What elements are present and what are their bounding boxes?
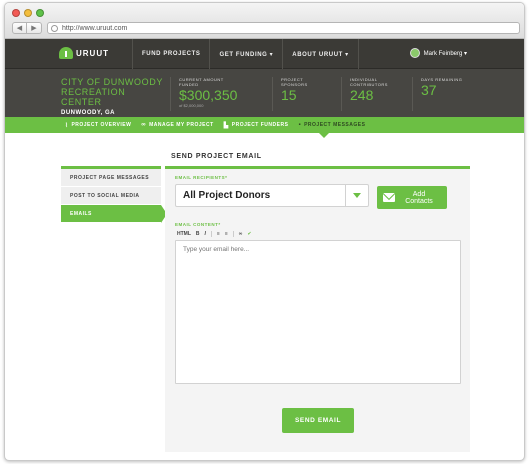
link-button[interactable]: ∞ — [239, 231, 243, 237]
messages-sidebar: Project Page Messages Post to Social Med… — [61, 166, 167, 223]
link-icon: ∞ — [141, 122, 147, 128]
user-menu[interactable]: Mark Feinberg ▾ — [409, 48, 467, 58]
stat-value: 37 — [421, 82, 437, 98]
stat-value: 248 — [350, 87, 374, 103]
chevron-down-icon[interactable] — [345, 185, 368, 206]
mail-icon — [383, 193, 395, 202]
add-contacts-button[interactable]: Add Contacts — [377, 186, 447, 209]
content-label: Email Content* — [175, 222, 221, 227]
chart-icon: ⌇ — [65, 122, 69, 129]
project-title-block: City of Dunwoody Recreation Center DUNWO… — [61, 77, 166, 116]
bold-button[interactable]: B — [196, 231, 200, 237]
site-header: URUUT FUND PROJECTS GET FUNDING ▾ ABOUT … — [5, 39, 524, 69]
site-logo[interactable]: URUUT — [59, 47, 109, 59]
chat-icon: ▪ — [298, 122, 302, 128]
email-content-editor[interactable] — [175, 240, 461, 384]
maximize-window-button[interactable] — [36, 9, 44, 17]
project-header: City of Dunwoody Recreation Center DUNWO… — [5, 69, 524, 117]
logo-text: URUUT — [76, 48, 109, 58]
tab-label: PROJECT FUNDERS — [231, 122, 289, 128]
toolbar-divider — [232, 231, 234, 237]
tab-project-overview[interactable]: ⌇ PROJECT OVERVIEW — [65, 122, 131, 129]
project-tabs: ⌇ PROJECT OVERVIEW ∞ MANAGE MY PROJECT ▙… — [5, 117, 524, 138]
globe-icon — [51, 24, 58, 32]
forward-button[interactable]: ▶ — [27, 22, 42, 34]
browser-window: ◀ ▶ URUUT FUND PROJECTS GET FUNDING ▾ AB… — [4, 2, 525, 461]
stat-days-remaining: Days Remaining 37 — [412, 77, 471, 111]
add-contacts-label: Add Contacts — [405, 190, 433, 205]
unordered-list-button[interactable]: ≡ — [225, 231, 228, 237]
stat-project-sponsors: Project Sponsors 15 — [272, 77, 331, 111]
stat-value: 15 — [281, 87, 297, 103]
stat-goal: of $2,000,000 — [179, 103, 204, 108]
uruut-logo-icon — [59, 47, 73, 59]
tab-label: PROJECT OVERVIEW — [71, 122, 132, 128]
send-email-button[interactable]: Send Email — [282, 408, 354, 433]
stat-amount-funded: Current Amount Funded $300,350 of $2,000… — [170, 77, 237, 111]
tab-project-funders[interactable]: ▙ PROJECT FUNDERS — [224, 122, 289, 129]
window-controls — [12, 9, 44, 17]
chevron-right-icon: ▶ — [31, 25, 37, 32]
recipients-value: All Project Donors — [183, 190, 271, 201]
back-button[interactable]: ◀ — [12, 22, 27, 34]
ordered-list-button[interactable]: ≡ — [217, 231, 220, 237]
url-input[interactable] — [62, 24, 502, 32]
html-button[interactable]: HTML — [177, 231, 191, 237]
close-window-button[interactable] — [12, 9, 20, 17]
sidebar-item-emails[interactable]: Emails — [61, 205, 167, 223]
tab-label: PROJECT MESSAGES — [304, 122, 366, 128]
project-name: City of Dunwoody Recreation Center — [61, 77, 163, 107]
active-tab-pointer — [319, 133, 329, 138]
check-icon[interactable]: ✔ — [247, 231, 251, 237]
sidebar-item-project-page-messages[interactable]: Project Page Messages — [61, 169, 161, 187]
tab-label: MANAGE MY PROJECT — [149, 122, 214, 128]
stat-label: Individual Contributors — [350, 77, 388, 87]
browser-chrome: ◀ ▶ — [5, 3, 524, 39]
tab-list: ⌇ PROJECT OVERVIEW ∞ MANAGE MY PROJECT ▙… — [65, 117, 365, 133]
stat-label: Project Sponsors — [281, 77, 308, 87]
nav-fund-projects[interactable]: FUND PROJECTS — [132, 39, 209, 69]
address-bar[interactable] — [47, 22, 520, 34]
bars-icon: ▙ — [223, 122, 229, 129]
email-content-textarea[interactable] — [183, 246, 453, 378]
user-name: Mark Feinberg ▾ — [423, 50, 467, 57]
history-buttons: ◀ ▶ — [12, 22, 42, 34]
tab-project-messages[interactable]: ▪ PROJECT MESSAGES — [298, 122, 365, 128]
recipients-select[interactable]: All Project Donors — [175, 184, 369, 207]
avatar — [409, 48, 420, 58]
project-location: DUNWOODY, GA — [61, 110, 115, 116]
sidebar-item-post-to-social-media[interactable]: Post to Social Media — [61, 187, 161, 205]
stat-value: $300,350 — [179, 87, 238, 103]
recipients-label: Email Recipients* — [175, 175, 228, 180]
stat-individual-contributors: Individual Contributors 248 — [341, 77, 400, 111]
nav-about-uruut[interactable]: ABOUT URUUT ▾ — [282, 39, 359, 69]
page-title: Send Project Email — [171, 153, 262, 160]
nav-get-funding[interactable]: GET FUNDING ▾ — [209, 39, 282, 69]
chevron-left-icon: ◀ — [16, 25, 23, 32]
stat-label: Current Amount Funded — [179, 77, 224, 87]
minimize-window-button[interactable] — [24, 9, 32, 17]
italic-button[interactable]: I — [205, 231, 206, 237]
editor-toolbar: HTML B I ≡ ≡ ∞ ✔ — [177, 231, 252, 237]
email-form-panel: Send Project Email Email Recipients* All… — [165, 153, 470, 452]
main-nav: FUND PROJECTS GET FUNDING ▾ ABOUT URUUT … — [132, 39, 359, 69]
toolbar-divider — [210, 231, 212, 237]
email-form: Email Recipients* All Project Donors Add… — [165, 169, 470, 452]
tab-manage-my-project[interactable]: ∞ MANAGE MY PROJECT — [141, 122, 213, 128]
